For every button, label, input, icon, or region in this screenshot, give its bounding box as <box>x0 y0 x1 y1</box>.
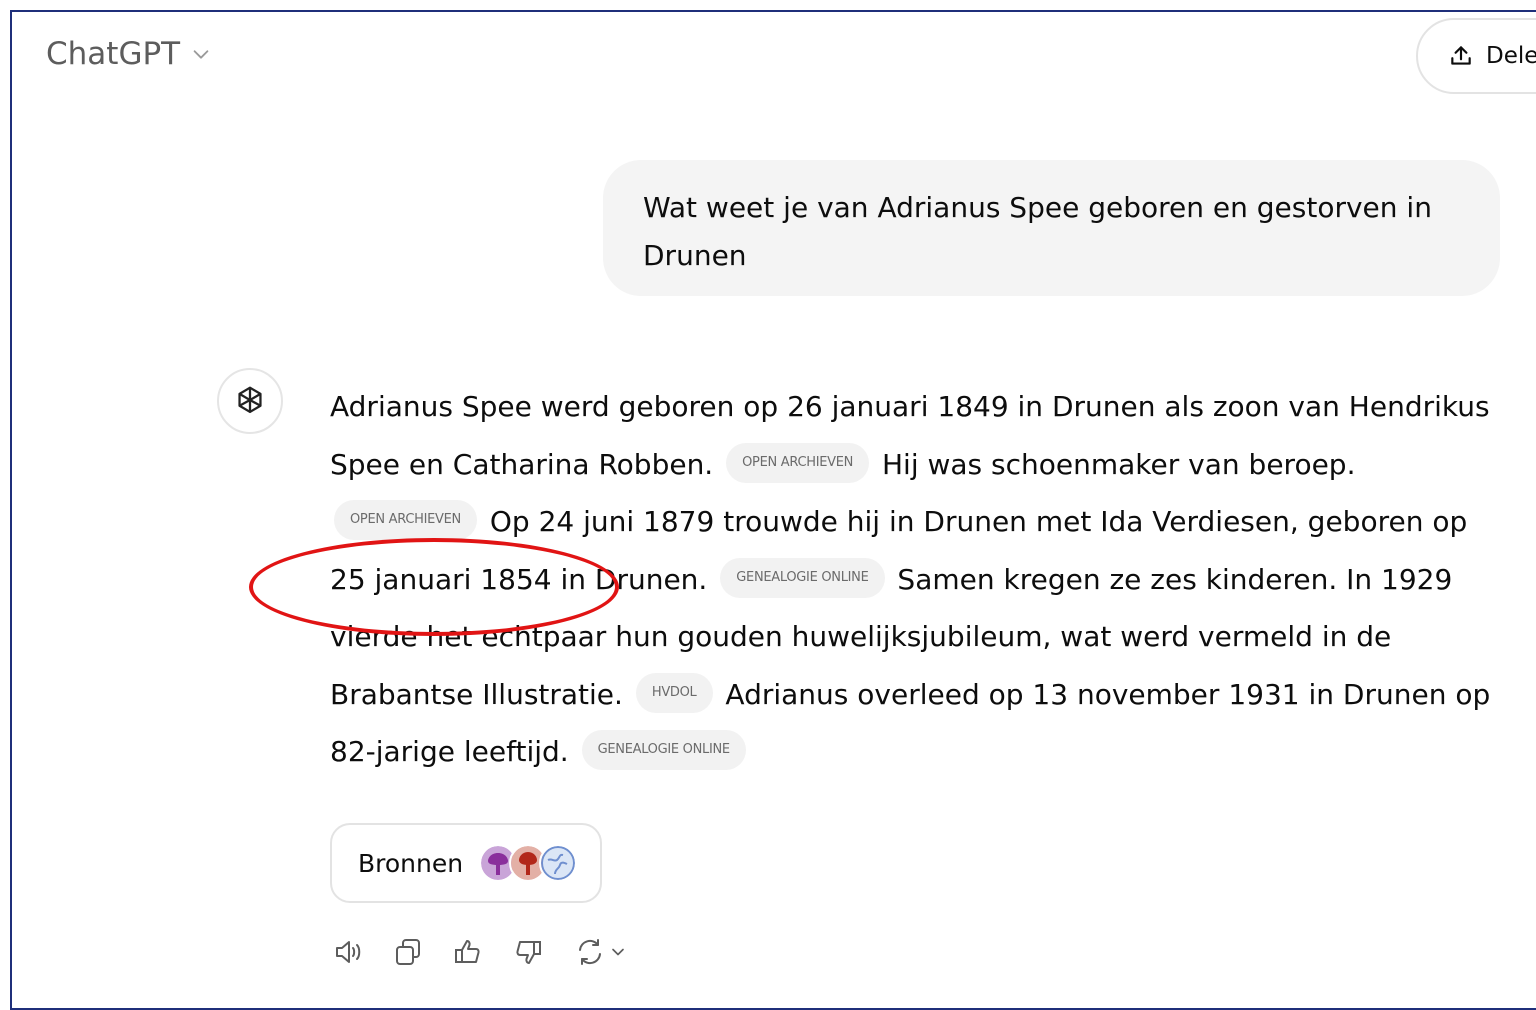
chevron-down-icon <box>193 50 209 59</box>
citation-chip[interactable]: HVDOL <box>635 672 713 713</box>
model-selector[interactable]: ChatGPT <box>46 36 212 72</box>
assistant-message: Adrianus Spee werd geboren op 26 januari… <box>330 378 1510 781</box>
app-title: ChatGPT <box>46 36 181 72</box>
share-icon <box>1451 46 1471 65</box>
chevron-down-icon <box>612 948 624 956</box>
sources-button[interactable]: Bronnen <box>330 823 602 903</box>
user-message-text: Wat weet je van Adrianus Spee geboren en… <box>643 191 1432 272</box>
citation-chip[interactable]: GENEALOGIE ONLINE <box>720 557 885 598</box>
thumbs-down-button[interactable] <box>510 934 546 970</box>
thumbs-down-icon <box>516 941 541 964</box>
user-message: Wat weet je van Adrianus Spee geboren en… <box>603 160 1500 296</box>
openai-logo-icon <box>238 386 262 414</box>
message-actions <box>330 934 632 970</box>
read-aloud-icon <box>336 941 361 963</box>
thumbs-up-button[interactable] <box>450 934 486 970</box>
regenerate-icon <box>579 939 601 965</box>
citation-chip[interactable]: OPEN ARCHIEVEN <box>334 500 477 540</box>
source-icons <box>479 844 578 882</box>
sources-label: Bronnen <box>358 848 464 878</box>
answer-text: Hij was schoenmaker van beroep. <box>881 447 1356 481</box>
share-button[interactable]: Dele <box>1416 18 1536 94</box>
share-label: Dele <box>1486 43 1536 69</box>
thumbs-up-icon <box>455 940 480 963</box>
read-aloud-button[interactable] <box>330 934 366 970</box>
copy-icon <box>396 939 420 965</box>
citation-chip[interactable]: OPEN ARCHIEVEN <box>726 442 870 483</box>
regenerate-button[interactable] <box>570 934 632 970</box>
citation-chip[interactable]: GENEALOGIE ONLINE <box>581 730 746 770</box>
globe-icon <box>539 844 578 882</box>
assistant-avatar <box>217 368 283 434</box>
copy-button[interactable] <box>390 934 426 970</box>
